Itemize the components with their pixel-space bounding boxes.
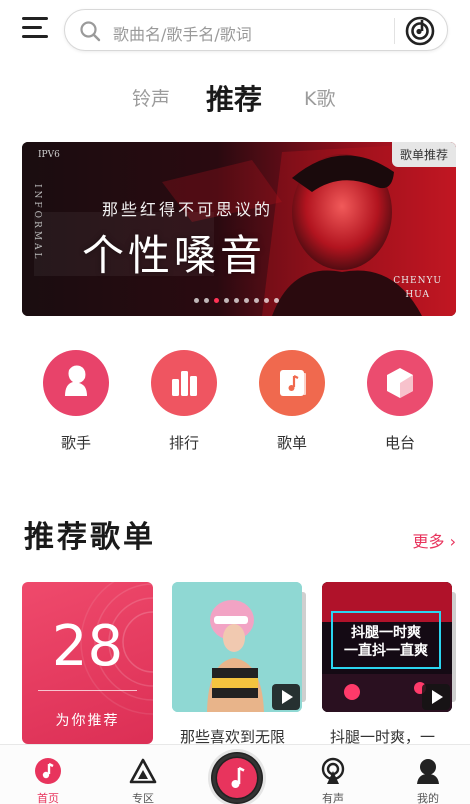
music-center-button[interactable] [211,752,263,804]
chart-icon [151,350,217,416]
carousel-dots [194,298,279,304]
search-bar[interactable]: 歌曲名/歌手名/歌词 [64,9,448,51]
banner-subtitle: 那些红得不可思议的 [102,200,274,219]
carousel-dot[interactable] [254,298,259,303]
category-playlist[interactable]: 歌单 [252,350,332,453]
search-icon [80,21,101,42]
search-input[interactable]: 歌曲名/歌手名/歌词 [113,21,252,45]
playlist-cover-text: 抖腿一时爽 一直抖一直爽 [344,625,428,659]
banner-tag: 歌单推荐 [391,142,456,167]
singer-icon [43,350,109,416]
menu-icon[interactable] [22,14,50,42]
tab-recommend[interactable]: 推荐 [206,78,262,118]
profile-icon [417,759,439,784]
play-button[interactable] [272,684,300,710]
audio-icon [321,757,345,784]
playlist-card[interactable] [172,582,302,712]
nav-home[interactable]: 首页 [18,745,78,804]
card-stack-edge [452,592,456,702]
music-center-icon [212,753,262,803]
category-row: 歌手 排行 歌单 电台 [0,350,470,460]
category-radio[interactable]: 电台 [360,350,440,453]
daily-recommend-card[interactable]: 28 为你推荐 [22,582,153,744]
carousel-dot[interactable] [234,298,239,303]
banner-carousel[interactable]: 歌单推荐 IPV6 INFORMAL 那些红得不可思议的 个性嗓音 CHENYU… [22,142,456,316]
tab-ringtone[interactable]: 铃声 [132,84,170,111]
play-button[interactable] [422,684,450,710]
section-title: 推荐歌单 [24,520,156,555]
nav-audio[interactable]: 有声 [303,745,363,804]
day-number: 28 [51,614,124,679]
carousel-dot[interactable] [264,298,269,303]
daily-label: 为你推荐 [55,713,120,729]
carousel-dot[interactable] [224,298,229,303]
top-bar: 歌曲名/歌手名/歌词 [0,0,470,62]
zone-icon [129,758,157,784]
more-link[interactable]: 更多 › [412,528,456,552]
playlist-card[interactable]: 抖腿一时爽 一直抖一直爽 [322,582,452,712]
carousel-dot[interactable] [194,298,199,303]
carousel-dot[interactable] [244,298,249,303]
carousel-dot[interactable] [274,298,279,303]
search-divider [394,18,395,44]
banner-logo: IPV6 [38,150,60,160]
divider [38,690,137,691]
home-icon [35,758,61,784]
carousel-dot[interactable] [214,298,219,303]
tab-karaoke[interactable]: K歌 [304,84,335,111]
banner-artist: CHENYU HUA [393,276,442,300]
nav-profile[interactable]: 我的 [398,745,458,804]
top-tabs: 铃声 推荐 K歌 [0,78,470,118]
chevron-right-icon: › [449,532,456,551]
nav-zone[interactable]: 专区 [113,745,173,804]
carousel-dot[interactable] [204,298,209,303]
banner-title: 个性嗓音 [82,231,267,280]
music-recognize-icon[interactable] [405,16,435,46]
card-stack-edge [302,592,306,702]
playlist-icon [259,350,325,416]
category-singer[interactable]: 歌手 [36,350,116,453]
radio-icon [367,350,433,416]
category-chart[interactable]: 排行 [144,350,224,453]
banner-vertical-text: INFORMAL [32,184,42,262]
